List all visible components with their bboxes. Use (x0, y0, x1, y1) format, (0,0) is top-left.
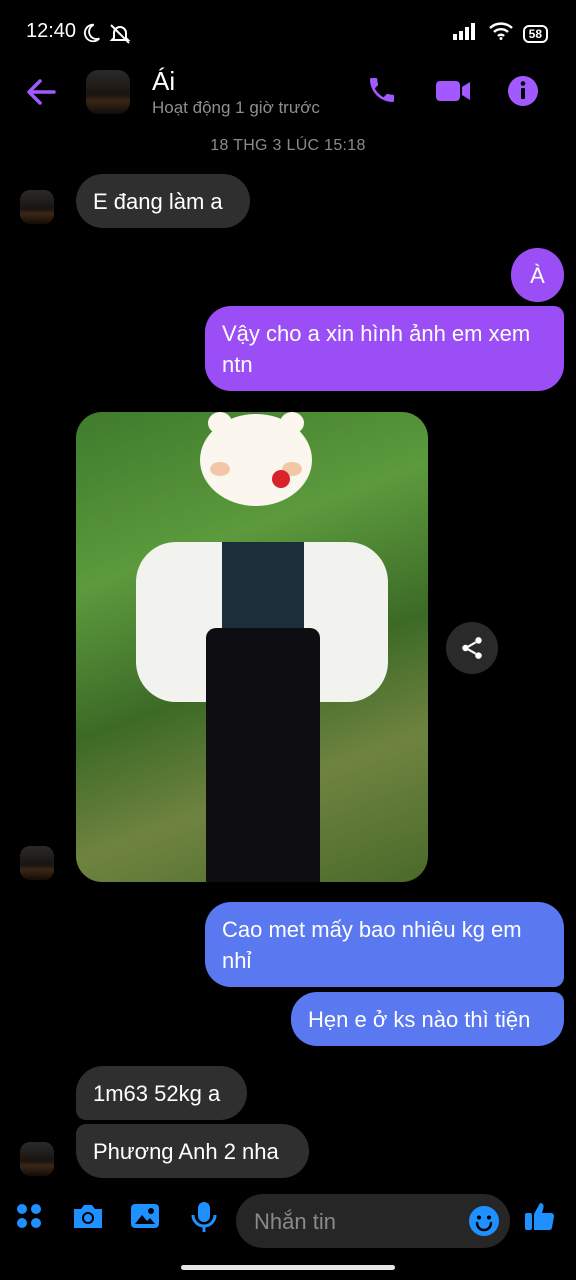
gallery-button[interactable] (128, 1200, 164, 1236)
status-icons: 58 (452, 22, 548, 45)
info-button[interactable] (506, 74, 542, 110)
emoji-button[interactable] (468, 1205, 500, 1242)
share-icon (462, 637, 482, 659)
message-input-container[interactable] (236, 1194, 510, 1250)
message-bubble-outgoing[interactable]: Cao met mấy bao nhiêu kg em nhỉ (205, 902, 564, 987)
sender-avatar[interactable] (20, 1142, 54, 1176)
sticker-bear-face (200, 412, 312, 506)
message-input[interactable] (252, 1194, 456, 1250)
voice-message-button[interactable] (188, 1200, 224, 1236)
status-time: 12:40 (26, 20, 77, 42)
sticker-blush (210, 462, 230, 476)
video-camera-icon (436, 81, 470, 101)
thumbs-up-icon (525, 1203, 555, 1231)
sticker-ear (280, 412, 304, 434)
voice-call-button[interactable] (366, 74, 402, 110)
smiley-icon (469, 1206, 499, 1236)
menu-button[interactable] (14, 1200, 50, 1236)
message-bubble-outgoing[interactable]: Vậy cho a xin hình ảnh em xem ntn (205, 306, 564, 391)
photo-figure-top (222, 542, 304, 632)
conversation-timestamp: 18 THG 3 LÚC 15:18 (210, 137, 366, 154)
battery-icon: 58 (522, 24, 548, 43)
message-bubble-incoming[interactable]: 1m63 52kg a (76, 1066, 247, 1120)
contact-avatar[interactable] (86, 70, 130, 114)
photo-message[interactable] (76, 412, 428, 882)
like-button[interactable] (522, 1198, 558, 1234)
arrow-left-icon (27, 79, 56, 105)
contact-status: Hoạt động 1 giờ trước (152, 98, 320, 117)
grid-dots-icon (17, 1204, 41, 1228)
message-bubble-incoming[interactable]: Phương Anh 2 nha (76, 1124, 309, 1178)
camera-button[interactable] (70, 1200, 106, 1236)
share-button[interactable] (446, 622, 498, 674)
sender-avatar[interactable] (20, 190, 54, 224)
contact-name[interactable]: Ái (152, 66, 175, 97)
microphone-icon (191, 1202, 217, 1232)
moon-icon (80, 22, 102, 49)
phone-icon (370, 78, 394, 102)
message-bubble-outgoing[interactable]: À (511, 248, 564, 302)
sender-avatar[interactable] (20, 846, 54, 880)
bell-muted-icon (108, 22, 132, 51)
message-bubble-outgoing[interactable]: Hẹn e ở ks nào thì tiện (291, 992, 564, 1046)
info-icon (508, 76, 538, 106)
photo-figure-pants (206, 628, 320, 882)
back-button[interactable] (22, 74, 62, 110)
wifi-icon (488, 22, 513, 45)
sticker-ear (208, 412, 232, 434)
signal-icon (452, 22, 479, 45)
message-bubble-incoming[interactable]: E đang làm a (76, 174, 250, 228)
camera-icon (74, 1205, 102, 1228)
home-indicator[interactable] (181, 1265, 395, 1270)
rose-icon (272, 470, 290, 488)
image-icon (131, 1204, 159, 1228)
video-call-button[interactable] (434, 74, 470, 110)
